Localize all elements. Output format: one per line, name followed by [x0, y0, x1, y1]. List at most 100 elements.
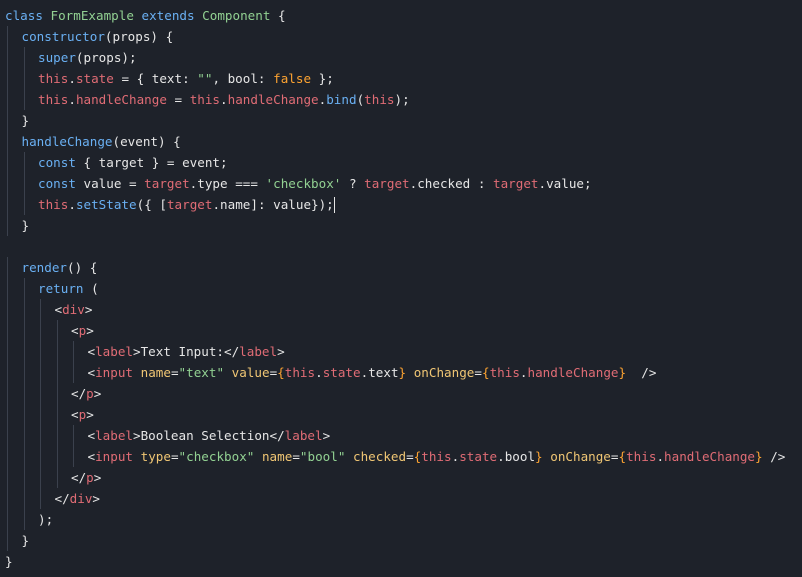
indent-guide	[7, 467, 8, 488]
code-line[interactable]: this.handleChange = this.handleChange.bi…	[38, 89, 410, 110]
code-line[interactable]: <p>	[71, 320, 94, 341]
code-token-plain: >	[86, 323, 94, 338]
code-token-plain: <	[87, 449, 96, 464]
code-token-property: this	[38, 71, 69, 86]
code-token-attribute: value	[231, 365, 270, 380]
code-token-property: this	[284, 365, 316, 380]
code-token-tag: label	[239, 344, 278, 359]
code-token-plain: >	[92, 491, 101, 506]
indent-guide	[56, 467, 58, 488]
code-token-property: target	[493, 176, 539, 191]
indent-guide	[7, 341, 8, 362]
code-token-keyword: super	[38, 50, 76, 65]
code-token-property: target	[166, 197, 213, 212]
code-token-tag: label	[95, 344, 134, 359]
code-token-plain: <	[87, 365, 96, 380]
code-line[interactable]: <input name="text" value={this.state.tex…	[88, 362, 657, 383]
code-line[interactable]: </div>	[55, 488, 101, 509]
code-token-plain: .value;	[538, 176, 592, 191]
code-token-plain: </	[54, 491, 70, 506]
code-token-plain: (props) {	[104, 29, 174, 44]
code-token-plain: </	[71, 386, 87, 401]
code-token-attribute: onChange	[550, 449, 611, 464]
code-token-property: target	[364, 176, 410, 191]
indent-guide	[7, 530, 8, 551]
code-token-boolean: {	[618, 449, 627, 464]
code-line[interactable]: this.state = { text: "", bool: false };	[38, 68, 334, 89]
indent-guide	[23, 299, 25, 320]
code-line[interactable]: this.setState({ [target.name]: value});	[38, 194, 334, 215]
code-token-property: this	[489, 365, 520, 380]
code-token-string: "text"	[178, 365, 225, 380]
code-token-plain: type	[197, 176, 228, 191]
code-line[interactable]: constructor(props) {	[22, 26, 174, 47]
code-token-tag: input	[95, 449, 134, 464]
indent-guide	[7, 152, 8, 173]
code-line[interactable]: const value = target.type === 'checkbox'…	[38, 173, 592, 194]
indent-guide	[7, 299, 8, 320]
code-token-property: state	[75, 71, 114, 86]
code-token-function: render	[21, 260, 68, 275]
code-token-plain: <	[71, 323, 79, 338]
code-line[interactable]: }	[22, 530, 30, 551]
indent-guide	[56, 362, 58, 383]
code-line[interactable]: <label>Boolean Selection</label>	[88, 425, 331, 446]
code-editor[interactable]: class FormExample extends Component {con…	[0, 0, 802, 577]
indent-guide	[7, 362, 8, 383]
code-token-boolean: }	[398, 365, 407, 380]
code-token-plain: .bool	[497, 449, 536, 464]
code-token-plain: =	[610, 449, 619, 464]
indent-guide	[73, 362, 74, 383]
indent-guide	[23, 467, 25, 488]
code-token-plain: >	[86, 407, 94, 422]
code-token-keyword: return	[38, 281, 84, 296]
code-token-plain: <	[54, 302, 63, 317]
indent-guide	[56, 341, 58, 362]
code-token-plain: value =	[75, 176, 145, 191]
code-line[interactable]: <input type="checkbox" name="bool" check…	[88, 446, 786, 467]
code-line[interactable]: super(props);	[38, 47, 137, 68]
indent-guide	[7, 278, 8, 299]
indent-guide	[73, 425, 74, 446]
code-line[interactable]: );	[38, 509, 53, 530]
indent-guide	[7, 488, 8, 509]
indent-guide	[23, 47, 25, 68]
indent-guide	[7, 383, 8, 404]
code-token-string: "checkbox"	[178, 449, 255, 464]
indent-guide	[40, 425, 41, 446]
code-token-function: setState	[75, 197, 137, 212]
code-token-plain: }	[21, 113, 30, 128]
code-token-plain: {	[270, 8, 286, 23]
indent-guide	[7, 425, 8, 446]
code-token-plain: =	[170, 449, 179, 464]
code-line[interactable]: <p>	[71, 404, 94, 425]
indent-guide	[73, 446, 74, 467]
code-line[interactable]: return (	[38, 278, 99, 299]
indent-guide	[7, 110, 8, 131]
code-token-tag: p	[86, 386, 94, 401]
code-token-plain: =	[406, 449, 414, 464]
code-line[interactable]: }	[22, 215, 30, 236]
indent-guide	[40, 404, 41, 425]
indent-guide	[7, 47, 8, 68]
code-token-property: handleChange	[527, 365, 619, 380]
indent-guide	[7, 215, 8, 236]
code-line[interactable]: handleChange(event) {	[22, 131, 181, 152]
indent-guide	[23, 320, 25, 341]
code-token-boolean: {	[277, 365, 285, 380]
code-line[interactable]: const { target } = event;	[38, 152, 228, 173]
code-token-attribute: onChange	[413, 365, 475, 380]
code-token-plain: ({ [	[136, 197, 167, 212]
code-token-property: handleChange	[664, 449, 756, 464]
code-line[interactable]: <label>Text Input:</label>	[88, 341, 285, 362]
code-line[interactable]: </p>	[71, 383, 101, 404]
code-token-plain: ?	[341, 176, 365, 191]
code-line[interactable]: render() {	[22, 257, 98, 278]
code-line[interactable]: <div>	[55, 299, 93, 320]
code-line[interactable]: class FormExample extends Component {	[5, 5, 286, 26]
code-line[interactable]: }	[5, 551, 13, 572]
code-line[interactable]: }	[22, 110, 30, 131]
code-line[interactable]: </p>	[71, 467, 101, 488]
